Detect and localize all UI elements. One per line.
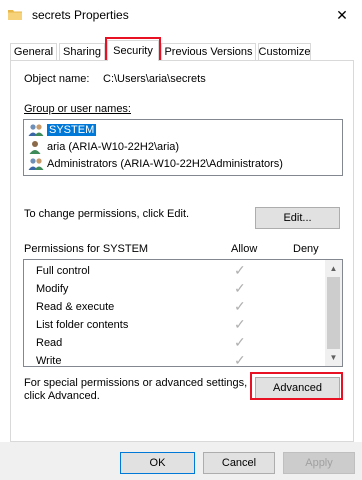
tab-general[interactable]: General [10, 43, 57, 60]
list-item-aria[interactable]: aria (ARIA-W10-22H2\aria) [28, 139, 179, 155]
scroll-up-icon[interactable]: ▲ [325, 260, 342, 277]
tab-previous-versions[interactable]: Previous Versions [161, 43, 256, 60]
change-permissions-text: To change permissions, click Edit. [24, 208, 190, 220]
edit-button-label: Edit... [283, 212, 312, 224]
permission-name: Full control [36, 265, 90, 277]
perm-row-list-folder-contents: List folder contents [36, 316, 128, 334]
permissions-label: Permissions for SYSTEM [24, 243, 149, 255]
close-button[interactable]: ✕ [322, 0, 362, 30]
special-permissions-text: For special permissions or advanced sett… [24, 377, 248, 389]
perm-row-read: Read [36, 334, 62, 352]
ok-button-label: OK [149, 457, 166, 469]
cancel-button[interactable]: Cancel [203, 452, 275, 474]
list-item-system[interactable]: SYSTEM [28, 122, 97, 138]
permissions-list[interactable]: Full control ✓ Modify ✓ Read & execute ✓… [23, 259, 343, 367]
perm-row-write: Write [36, 352, 62, 367]
tab-customize[interactable]: Customize [258, 43, 311, 60]
permission-name: Modify [36, 283, 69, 295]
permission-name: Write [36, 355, 62, 367]
group-or-user-names-label: Group or user names: [24, 103, 131, 115]
group-name: Administrators (ARIA-W10-22H2\Administra… [47, 158, 283, 170]
security-panel: Object name: C:\Users\aria\secrets Group… [10, 60, 354, 442]
permission-name: List folder contents [36, 319, 129, 331]
group-name: SYSTEM [47, 124, 97, 136]
object-name-value: C:\Users\aria\secrets [103, 73, 206, 85]
apply-button-label: Apply [305, 457, 333, 469]
folder-icon [8, 10, 22, 20]
perm-row-modify: Modify [36, 280, 68, 298]
group-user-listbox[interactable]: SYSTEM aria (ARIA-W10-22H2\aria) Adminis… [23, 119, 343, 176]
advanced-button-label: Advanced [273, 382, 322, 394]
advanced-button[interactable]: Advanced [255, 377, 340, 399]
group-name: aria (ARIA-W10-22H2\aria) [47, 141, 180, 153]
allow-header: Allow [231, 243, 258, 255]
permission-name: Read [36, 337, 63, 349]
users-group-icon [28, 124, 44, 136]
allow-check-icon: ✓ [234, 352, 246, 367]
perm-row-read-execute: Read & execute [36, 298, 114, 316]
click-advanced-text: click Advanced. [24, 390, 100, 402]
tab-strip: General Sharing Security Previous Versio… [10, 40, 352, 61]
list-item-administrators[interactable]: Administrators (ARIA-W10-22H2\Administra… [28, 156, 283, 172]
cancel-button-label: Cancel [221, 457, 257, 469]
allow-check-icon: ✓ [234, 280, 246, 296]
properties-window: secrets Properties ✕ General Sharing Sec… [0, 0, 362, 480]
scroll-down-icon[interactable]: ▼ [325, 349, 342, 366]
dialog-footer: OK Cancel Apply [0, 442, 362, 480]
object-name-label: Object name: [24, 73, 90, 85]
window-title: secrets Properties [32, 8, 129, 22]
permission-name: Read & execute [36, 301, 115, 313]
ok-button[interactable]: OK [120, 452, 195, 474]
allow-check-icon: ✓ [234, 262, 246, 278]
perm-row-full-control: Full control [36, 262, 90, 280]
allow-check-icon: ✓ [234, 298, 246, 314]
tab-sharing[interactable]: Sharing [59, 43, 105, 60]
apply-button[interactable]: Apply [283, 452, 355, 474]
deny-header: Deny [293, 243, 319, 255]
title-bar: secrets Properties ✕ [0, 0, 362, 30]
scroll-thumb[interactable] [327, 277, 340, 349]
permissions-scrollbar[interactable]: ▲ ▼ [325, 260, 342, 366]
users-group-icon [28, 158, 44, 170]
allow-check-icon: ✓ [234, 334, 246, 350]
tab-security[interactable]: Security [107, 40, 159, 61]
user-icon [29, 141, 41, 154]
close-icon: ✕ [336, 6, 348, 23]
edit-button[interactable]: Edit... [255, 207, 340, 229]
allow-check-icon: ✓ [234, 316, 246, 332]
